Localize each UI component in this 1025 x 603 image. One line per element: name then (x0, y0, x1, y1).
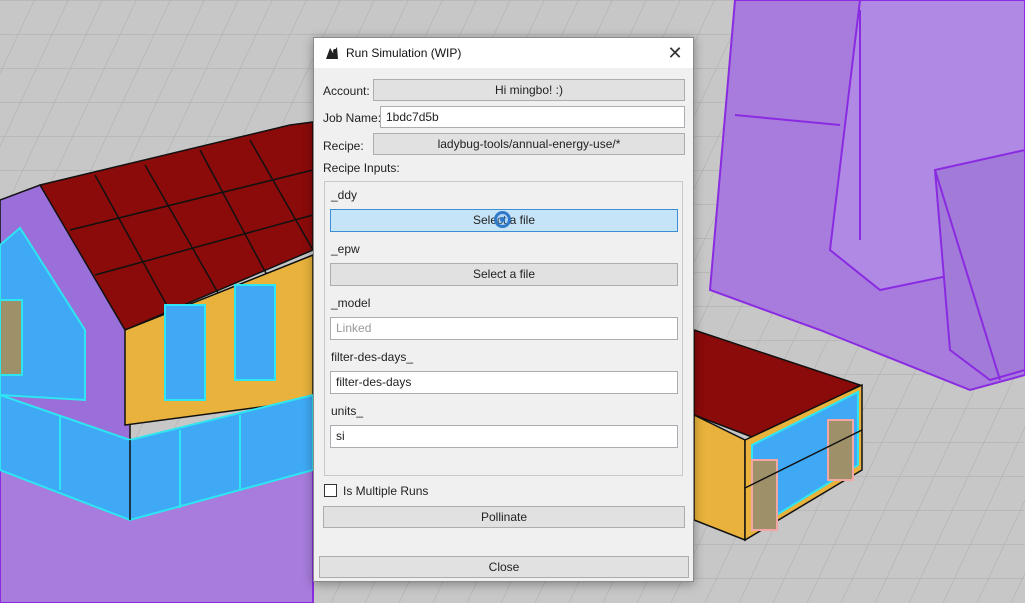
account-button[interactable]: Hi mingbo! :) (373, 79, 685, 101)
multiple-runs-checkbox[interactable] (324, 484, 337, 497)
units-input[interactable]: si (330, 425, 678, 448)
job-name-label: Job Name: (323, 111, 382, 125)
account-label: Account: (323, 84, 370, 98)
mouse-cursor-dot (500, 217, 505, 222)
filter-des-days-label: filter-des-days_ (331, 350, 414, 364)
recipe-button[interactable]: ladybug-tools/annual-energy-use/* (373, 133, 685, 155)
epw-label: _epw (331, 242, 360, 256)
dialog-titlebar[interactable]: Run Simulation (WIP) ✕ (314, 38, 693, 68)
epw-select-file-button[interactable]: Select a file (330, 263, 678, 286)
ddy-label: _ddy (331, 188, 358, 202)
close-icon[interactable]: ✕ (663, 41, 687, 65)
job-name-input[interactable]: 1bdc7d5b (380, 106, 685, 128)
ladybug-app-icon (324, 45, 340, 61)
recipe-label: Recipe: (323, 139, 364, 153)
model-label: _model (331, 296, 371, 310)
units-label: units_ (331, 404, 364, 418)
recipe-inputs-label: Recipe Inputs: (323, 161, 400, 175)
filter-des-days-input[interactable]: filter-des-days (330, 371, 678, 394)
dialog-title: Run Simulation (WIP) (346, 46, 462, 60)
pollinate-button[interactable]: Pollinate (323, 506, 685, 528)
multiple-runs-label: Is Multiple Runs (343, 484, 429, 498)
close-button[interactable]: Close (319, 556, 689, 578)
model-input[interactable]: Linked (330, 317, 678, 340)
run-simulation-dialog: Run Simulation (WIP) ✕ Account: Hi mingb… (313, 37, 694, 582)
